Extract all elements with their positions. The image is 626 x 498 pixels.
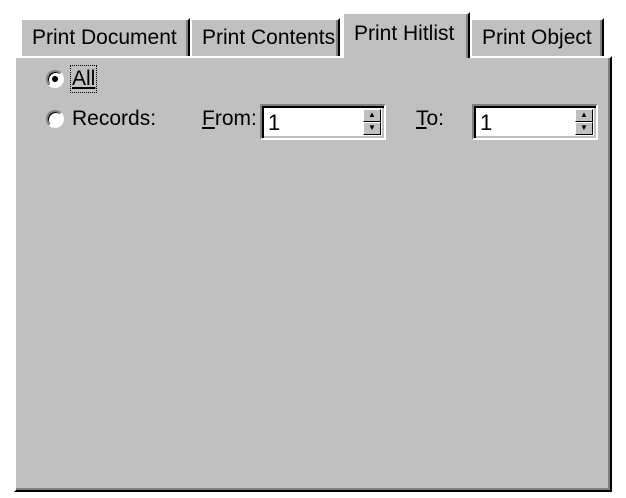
to-spin-buttons: ▲ ▼ [575, 109, 593, 135]
from-spinbox[interactable]: 1 ▲ ▼ [260, 104, 386, 140]
print-hitlist-panel: All Records: From: 1 ▲ ▼ To: 1 ▲ ▼ [14, 56, 612, 492]
all-radio[interactable] [46, 70, 64, 88]
tab-label: Print Hitlist [354, 22, 455, 45]
tab-label: Print Document [32, 26, 177, 49]
to-decrement-button[interactable]: ▼ [575, 122, 593, 135]
from-decrement-button[interactable]: ▼ [363, 122, 381, 135]
records-radio[interactable] [46, 110, 64, 128]
tab-print-contents[interactable]: Print Contents [190, 18, 340, 56]
all-label[interactable]: All [69, 65, 98, 93]
to-spinbox[interactable]: 1 ▲ ▼ [472, 104, 598, 140]
tab-label: Print Object [482, 26, 592, 49]
print-dialog: Print Document Print Contents Print Hitl… [0, 0, 626, 498]
tab-print-object[interactable]: Print Object [470, 18, 604, 56]
to-value[interactable]: 1 [480, 110, 492, 136]
to-increment-button[interactable]: ▲ [575, 109, 593, 122]
tab-label: Print Contents [202, 26, 336, 49]
radio-selected-dot [52, 76, 58, 82]
tab-print-document[interactable]: Print Document [20, 18, 190, 56]
from-increment-button[interactable]: ▲ [363, 109, 381, 122]
records-label[interactable]: Records: [72, 107, 156, 131]
from-spin-buttons: ▲ ▼ [363, 109, 381, 135]
from-value[interactable]: 1 [268, 110, 280, 136]
tab-print-hitlist[interactable]: Print Hitlist [342, 12, 470, 58]
to-label: To: [416, 107, 445, 130]
from-label: From: [202, 107, 257, 130]
